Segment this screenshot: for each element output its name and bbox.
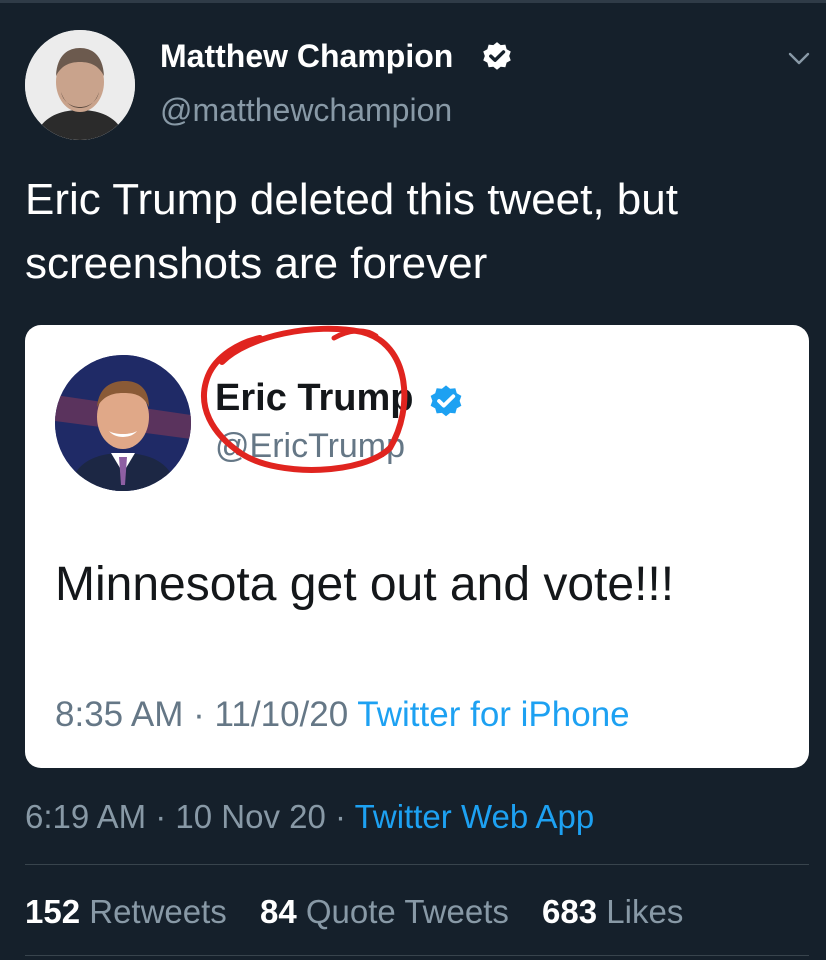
likes-label: Likes <box>606 893 684 930</box>
tweet-text-line: screenshots are forever <box>25 239 488 288</box>
embedded-tweet-text: Minnesota get out and vote!!! <box>55 558 675 611</box>
tweet-source[interactable]: Twitter Web App <box>355 798 595 835</box>
tweet-meta: 6:19 AM · 10 Nov 20 · Twitter Web App <box>25 798 594 836</box>
tweet-text: Eric Trump deleted this tweet, but scree… <box>25 168 805 296</box>
meta-separator: · <box>335 798 355 835</box>
quote-tweets-stat[interactable]: 84 Quote Tweets <box>260 893 518 930</box>
red-circle-annotation <box>201 325 408 473</box>
verified-badge-icon <box>483 42 511 70</box>
likes-stat[interactable]: 683 Likes <box>542 893 683 930</box>
author-display-name[interactable]: Matthew Champion <box>160 38 453 75</box>
retweets-label: Retweets <box>89 893 227 930</box>
tweet-date[interactable]: 10 Nov 20 <box>175 798 325 835</box>
attached-screenshot[interactable]: Eric Trump @EricTrump Minnesota get out … <box>25 325 809 768</box>
tweet-time[interactable]: 6:19 AM <box>25 798 146 835</box>
embedded-tweet-meta: 8:35 AM · 11/10/20 Twitter for iPhone <box>55 695 630 735</box>
embedded-avatar <box>55 355 191 491</box>
quote-tweets-count: 84 <box>259 893 297 930</box>
author-handle[interactable]: @matthewchampion <box>160 92 452 129</box>
author-avatar[interactable] <box>25 30 135 140</box>
meta-separator: · <box>193 695 215 734</box>
retweets-stat[interactable]: 152 Retweets <box>25 893 236 930</box>
verified-badge-icon <box>430 385 462 417</box>
bottom-divider <box>25 955 809 956</box>
meta-separator: · <box>155 798 176 835</box>
embedded-date: 11/10/20 <box>214 695 349 734</box>
tweet-text-line: Eric Trump deleted this tweet, but <box>25 175 678 224</box>
chevron-down-icon[interactable] <box>784 46 814 70</box>
quote-tweets-label: Quote Tweets <box>305 893 509 930</box>
embedded-time: 8:35 AM <box>55 695 184 734</box>
top-divider <box>0 0 826 3</box>
embedded-source: Twitter for iPhone <box>357 695 630 734</box>
engagement-stats: 152 Retweets 84 Quote Tweets 683 Likes <box>25 893 707 931</box>
retweets-count: 152 <box>25 893 81 930</box>
likes-count: 683 <box>542 893 598 930</box>
stats-divider <box>25 864 809 865</box>
